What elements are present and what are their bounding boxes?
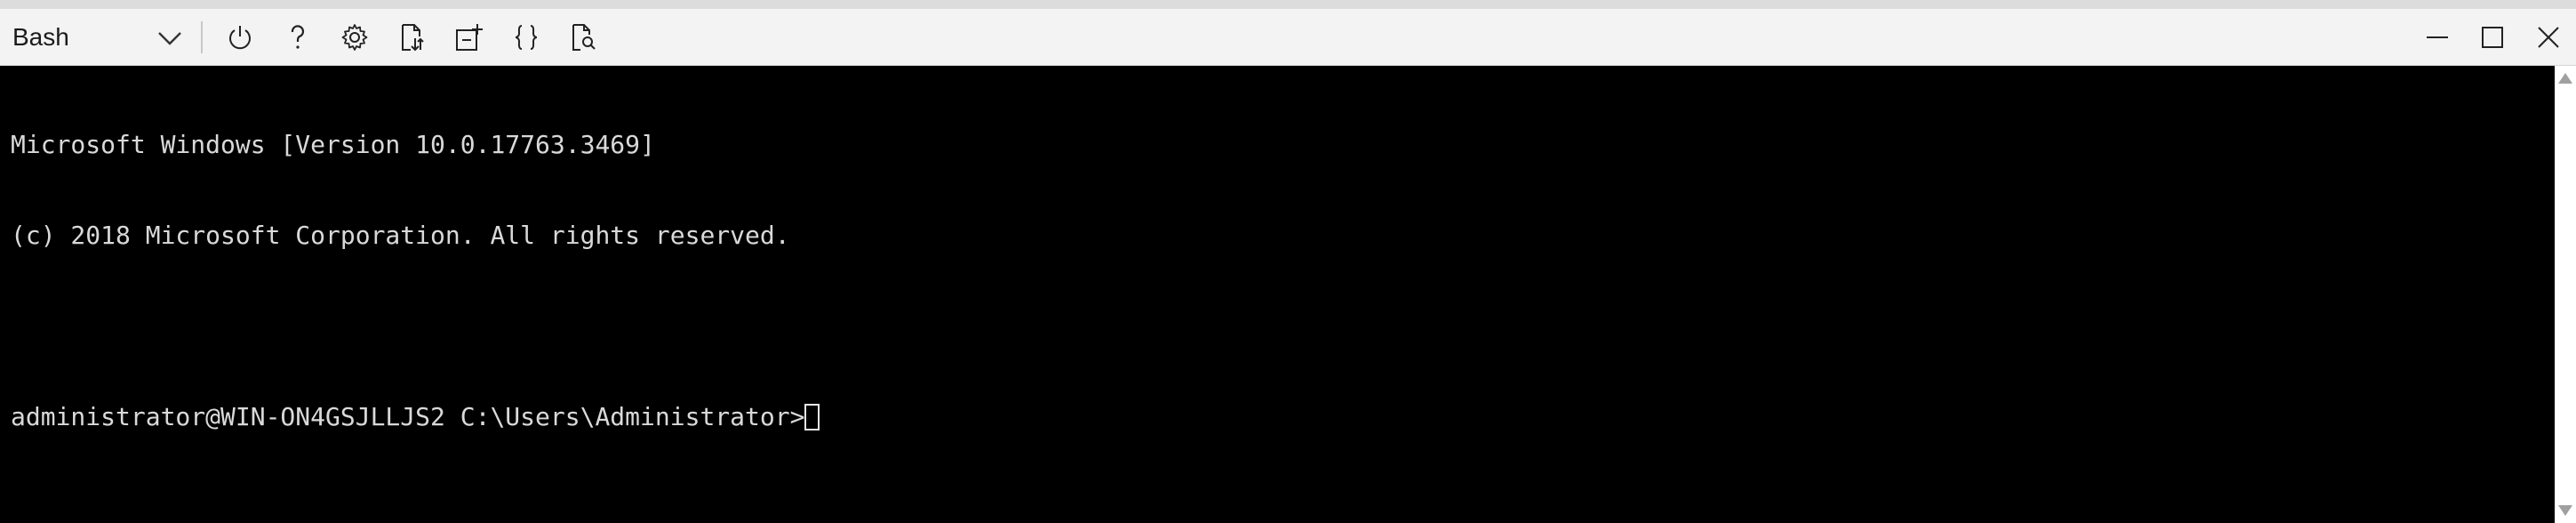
minimize-button[interactable]: [2414, 20, 2460, 55]
help-icon: [291, 25, 305, 49]
terminal-output[interactable]: Microsoft Windows [Version 10.0.17763.34…: [0, 66, 2555, 523]
scroll-down-arrow-icon[interactable]: [2558, 505, 2572, 516]
upload-download-button[interactable]: [392, 20, 431, 55]
help-button[interactable]: [278, 20, 317, 55]
terminal-cursor: [804, 404, 820, 430]
power-icon: [229, 26, 251, 50]
new-session-button[interactable]: [449, 20, 488, 55]
terminal-prompt-line: administrator@WIN-ON4GSJLLJS2 C:\Users\A…: [11, 402, 2555, 432]
shell-type-dropdown[interactable]: Bash: [5, 14, 190, 60]
toolbar-divider: [201, 21, 203, 53]
settings-button[interactable]: [335, 20, 374, 55]
chevron-down-icon: [158, 32, 181, 45]
minimize-icon: [2427, 36, 2448, 38]
restart-button[interactable]: [220, 20, 260, 55]
web-preview-icon: [572, 24, 596, 51]
scroll-up-arrow-icon[interactable]: [2558, 73, 2572, 84]
cloud-shell-toolbar: Bash: [0, 9, 2576, 66]
terminal-line: Microsoft Windows [Version 10.0.17763.34…: [11, 130, 655, 159]
new-session-icon: [456, 24, 483, 51]
braces-icon: [515, 25, 538, 50]
close-button[interactable]: [2525, 20, 2572, 55]
open-editor-button[interactable]: [507, 20, 546, 55]
web-preview-button[interactable]: [563, 20, 602, 55]
upload-download-icon: [402, 24, 424, 52]
maximize-button[interactable]: [2469, 20, 2516, 55]
close-icon: [2538, 27, 2559, 48]
shell-type-label: Bash: [12, 23, 69, 51]
maximize-icon: [2482, 27, 2503, 48]
terminal-prompt: administrator@WIN-ON4GSJLLJS2 C:\Users\A…: [11, 402, 805, 431]
gear-icon: [341, 24, 368, 51]
terminal-scrollbar[interactable]: [2555, 66, 2576, 523]
terminal-line: (c) 2018 Microsoft Corporation. All righ…: [11, 221, 790, 250]
top-strip: [0, 0, 2576, 9]
